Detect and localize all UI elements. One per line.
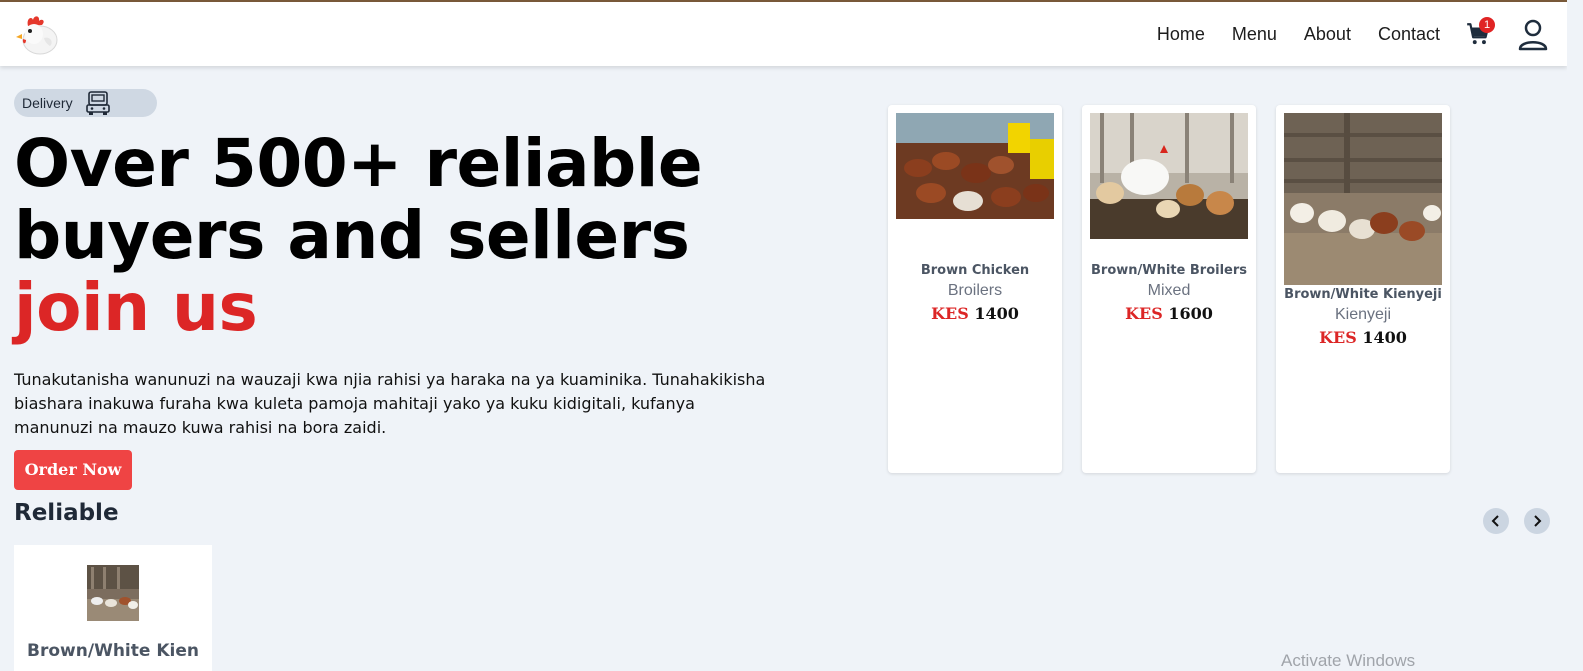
user-icon <box>1518 19 1548 51</box>
product-info: Brown/White Kienyeji Kienyeji KES 1400 <box>1276 287 1450 347</box>
delivery-label: Delivery <box>22 95 73 111</box>
product-image <box>896 113 1054 219</box>
nav-about[interactable]: About <box>1304 24 1351 45</box>
truck-icon <box>84 89 112 117</box>
product-card[interactable]: Brown/White Broilers Mixed KES 1600 <box>1082 105 1256 473</box>
hero-title-line-1: Over 500+ reliable <box>14 125 703 202</box>
product-price: KES 1400 <box>888 304 1062 323</box>
hero-title-line-3: join us <box>14 269 258 346</box>
cart-count-badge: 1 <box>1479 17 1495 33</box>
product-image <box>1090 113 1248 239</box>
hero-description: Tunakutanisha wanunuzi na wauzaji kwa nj… <box>14 370 766 437</box>
product-name: Brown/White Broilers <box>1091 263 1247 278</box>
price-currency: KES <box>1125 304 1163 323</box>
nav-menu[interactable]: Menu <box>1232 24 1277 45</box>
price-currency: KES <box>931 304 969 323</box>
product-name: Brown/White Kienyeji <box>1284 287 1442 302</box>
cart-button[interactable]: 1 <box>1465 17 1495 51</box>
product-card[interactable]: Brown Chicken Broilers KES 1400 <box>888 105 1062 473</box>
chevron-right-icon <box>1534 515 1542 527</box>
reliable-product-card[interactable]: Brown/White Kien <box>14 545 212 671</box>
product-card[interactable]: Brown/White Kienyeji Kienyeji KES 1400 <box>1276 105 1450 473</box>
nav-contact[interactable]: Contact <box>1378 24 1440 45</box>
nav-home[interactable]: Home <box>1157 24 1205 45</box>
main-nav: Home Menu About Contact <box>1157 24 1440 45</box>
chicken-logo-icon[interactable] <box>14 10 62 58</box>
hero-title-line-2: buyers and sellers <box>14 197 690 274</box>
reliable-product-name: Brown/White Kien <box>27 641 199 661</box>
order-now-button[interactable]: Order Now <box>14 450 132 490</box>
carousel-prev-button[interactable] <box>1483 508 1509 534</box>
delivery-badge: Delivery <box>14 89 157 117</box>
product-category: Broilers <box>947 282 1003 299</box>
product-info: Brown/White Broilers Mixed KES 1600 <box>1082 263 1256 323</box>
page-scrollbar[interactable] <box>1567 0 1583 671</box>
user-account-button[interactable] <box>1517 18 1549 52</box>
product-name: Brown Chicken <box>920 263 1030 278</box>
activate-windows-watermark: Activate Windows <box>1281 651 1416 670</box>
price-value: 1400 <box>1362 328 1407 347</box>
price-value: 1400 <box>974 304 1019 323</box>
hero-title: Over 500+ reliable buyers and sellers jo… <box>14 125 703 346</box>
price-value: 1600 <box>1168 304 1213 323</box>
product-info: Brown Chicken Broilers KES 1400 <box>888 263 1062 323</box>
product-price: KES 1400 <box>1276 328 1450 347</box>
reliable-section-title: Reliable <box>14 500 119 526</box>
navbar: Home Menu About Contact 1 <box>0 2 1567 66</box>
product-price: KES 1600 <box>1082 304 1256 323</box>
price-currency: KES <box>1319 328 1357 347</box>
chickens-yard-thumbnail <box>87 565 139 621</box>
chevron-left-icon <box>1491 515 1499 527</box>
carousel-next-button[interactable] <box>1524 508 1550 534</box>
product-image <box>1284 113 1442 285</box>
product-category: Kienyeji <box>1334 306 1392 323</box>
product-category: Mixed <box>1147 282 1191 299</box>
